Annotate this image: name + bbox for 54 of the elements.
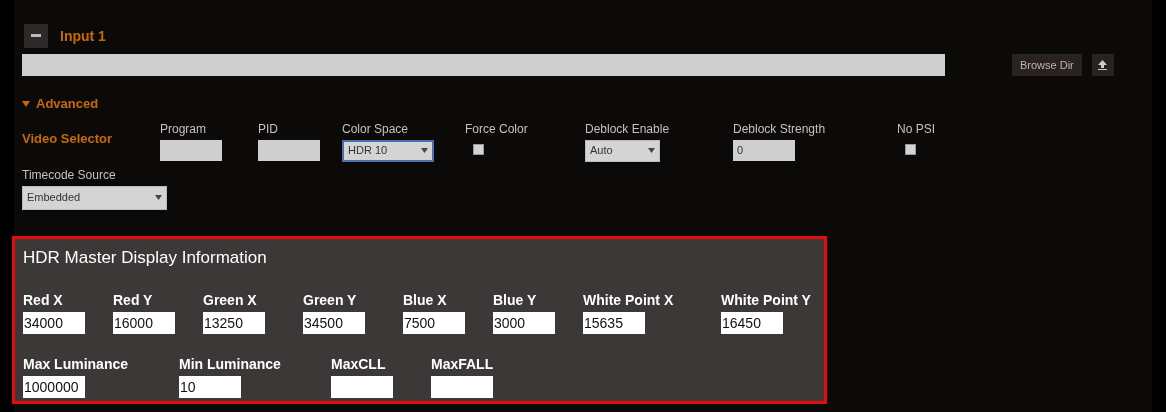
field-label: Blue X <box>403 291 448 310</box>
field-label: Green X <box>203 291 258 310</box>
field-label: Color Space <box>342 120 410 138</box>
checkbox[interactable] <box>473 143 484 155</box>
field-label: MaxFALL <box>431 355 495 374</box>
path-field[interactable] <box>22 54 945 76</box>
advanced-toggle[interactable]: Advanced <box>22 94 99 114</box>
text-field[interactable]: 3000 <box>493 312 555 334</box>
text-field[interactable] <box>258 139 320 161</box>
text-field[interactable] <box>331 376 393 398</box>
field-label: MaxCLL <box>331 355 387 374</box>
field-label: Timecode Source <box>22 166 117 184</box>
minus-icon <box>31 34 41 38</box>
text-field[interactable] <box>431 376 493 398</box>
field-label: Max Luminance <box>23 355 130 374</box>
upload-button[interactable] <box>1091 54 1114 76</box>
dropdown-icon <box>648 147 655 154</box>
field-label: Deblock Strength <box>733 120 827 138</box>
panel-title: HDR Master Display Information <box>23 246 268 269</box>
text-field[interactable]: 16000 <box>113 312 175 334</box>
dropdown-icon <box>155 194 162 201</box>
browse-button[interactable]: Browse Dir <box>1012 54 1082 76</box>
text-field[interactable]: 13250 <box>203 312 265 334</box>
field-label: Min Luminance <box>179 355 282 374</box>
upload-icon <box>1098 60 1108 70</box>
text-field[interactable]: 10 <box>179 376 241 398</box>
field-label: White Point X <box>583 291 675 310</box>
field-label: PID <box>258 120 279 138</box>
section-label: Video Selector <box>22 129 114 148</box>
text-field[interactable]: 34500 <box>303 312 365 334</box>
dropdown-icon <box>421 147 428 154</box>
collapse-button[interactable] <box>24 24 48 48</box>
text-field[interactable]: 34000 <box>23 312 85 334</box>
text-field[interactable]: 0 <box>733 139 795 161</box>
field-label: Program <box>160 120 207 138</box>
field-label: White Point Y <box>721 291 812 310</box>
checkbox[interactable] <box>905 143 916 155</box>
text-field[interactable]: 1000000 <box>23 376 85 398</box>
field-label: Deblock Enable <box>585 120 671 138</box>
text-field[interactable]: 15635 <box>583 312 645 334</box>
text-field[interactable]: 16450 <box>721 312 783 334</box>
field-label: Blue Y <box>493 291 538 310</box>
select-field[interactable]: HDR 10 <box>342 139 434 162</box>
field-label: Red X <box>23 291 64 310</box>
input-title: Input 1 <box>60 26 106 46</box>
field-label: Green Y <box>303 291 358 310</box>
text-field[interactable] <box>160 139 222 161</box>
text-field[interactable]: 7500 <box>403 312 465 334</box>
field-label: Force Color <box>465 120 529 138</box>
field-label: No PSI <box>897 120 936 138</box>
caret-icon <box>22 99 30 108</box>
select-field[interactable]: Auto <box>585 139 660 162</box>
field-label: Red Y <box>113 291 154 310</box>
select-field[interactable]: Embedded <box>22 185 167 210</box>
